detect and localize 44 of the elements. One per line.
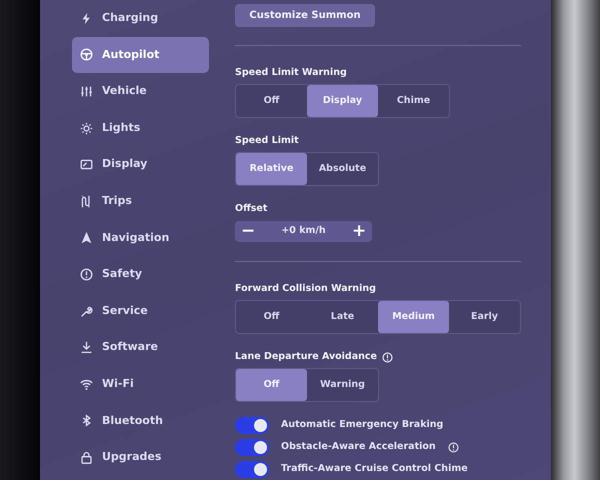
setting-label: Offset — [235, 202, 268, 216]
lock-icon — [80, 450, 93, 464]
setting-label: Speed Limit Warning — [235, 66, 347, 80]
toggle-switch[interactable] — [235, 460, 269, 478]
sidebar-item[interactable]: Safety — [72, 256, 209, 293]
sidebar-item[interactable]: Lights — [72, 110, 209, 146]
sidebar-item[interactable]: Upgrades — [72, 439, 209, 476]
toggle-label: Traffic-Aware Cruise Control Chime — [281, 462, 468, 476]
offset-value: +0 km/h — [281, 224, 326, 238]
sidebar-item[interactable]: Vehicle — [72, 73, 209, 110]
segment-option[interactable]: Off — [236, 85, 307, 118]
sidebar-item[interactable]: Bluetooth — [72, 402, 209, 440]
wifi-icon — [80, 378, 93, 391]
bluetooth-icon — [80, 414, 93, 428]
download-icon — [80, 341, 93, 354]
setting-label: Lane Departure Avoidance — [235, 350, 377, 364]
setting-label: Speed Limit — [235, 134, 299, 148]
sidebar-item[interactable]: Charging — [72, 0, 209, 37]
navigation-arrow-icon — [80, 231, 93, 244]
sidebar-item[interactable]: Trips — [72, 182, 209, 220]
segment-option[interactable]: Late — [307, 301, 378, 334]
toggle-switch[interactable] — [235, 438, 269, 456]
toggle-label: Obstacle-Aware Acceleration — [281, 440, 436, 454]
sidebar-item[interactable]: Software — [72, 329, 209, 366]
segment-option[interactable]: Early — [449, 301, 520, 334]
sun-icon — [80, 122, 93, 135]
sidebar-item[interactable]: Wi-Fi — [72, 366, 209, 403]
segment-option[interactable]: Warning — [307, 369, 378, 402]
sidebar-item[interactable]: Display — [72, 146, 209, 183]
steering-wheel-icon — [80, 48, 93, 62]
customize-summon-button[interactable]: Customize Summon — [235, 4, 375, 28]
minus-button[interactable]: − — [235, 222, 261, 241]
segment-option[interactable]: Off — [236, 301, 307, 334]
display-icon — [80, 158, 93, 172]
sidebar-item[interactable]: Service — [72, 292, 209, 330]
toggle-label: Automatic Emergency Braking — [281, 418, 444, 432]
segment-option[interactable]: Chime — [378, 85, 449, 118]
segment-option[interactable]: Absolute — [307, 153, 378, 186]
toggle-switch[interactable] — [235, 416, 269, 434]
sidebar-item[interactable]: Navigation — [72, 220, 209, 256]
plus-button[interactable]: + — [346, 222, 372, 241]
setting-label: Forward Collision Warning — [235, 282, 376, 296]
sliders-icon — [80, 84, 93, 98]
sidebar-item[interactable]: Autopilot — [72, 36, 209, 74]
